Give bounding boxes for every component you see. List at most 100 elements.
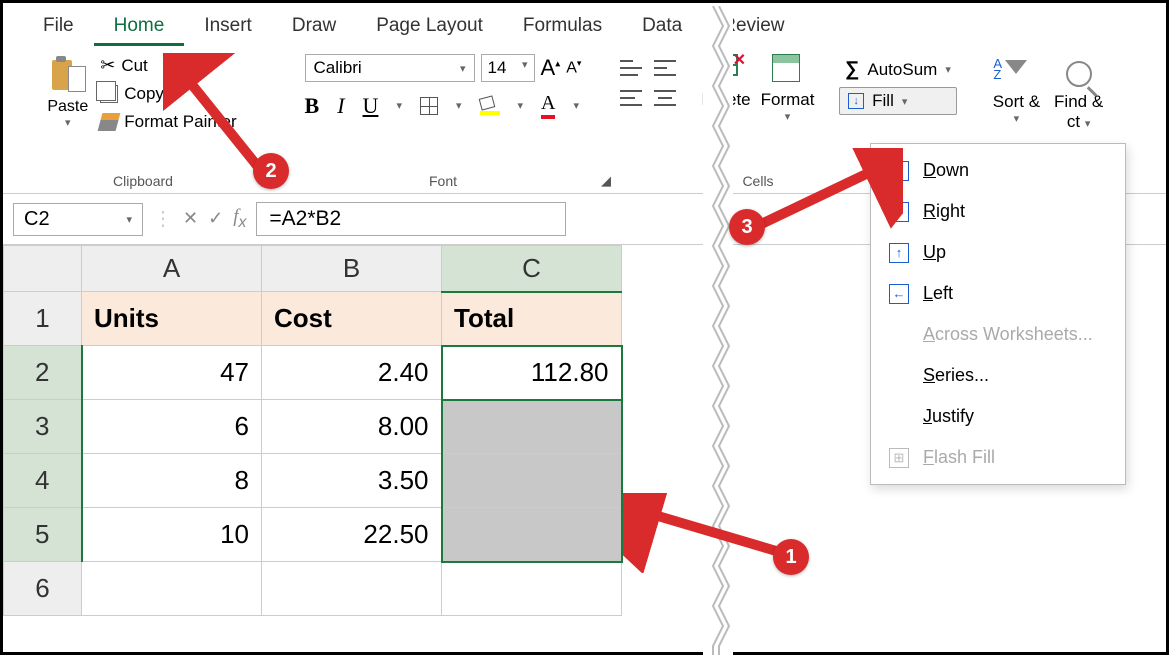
group-font: Calibri ▾ 14 ▾ A▴ A▾ B I U ▾ ▾ [273, 54, 613, 193]
cell-c1[interactable]: Total [442, 292, 622, 346]
chevron-down-icon[interactable]: ▾ [518, 99, 524, 112]
tab-draw[interactable]: Draw [272, 9, 356, 46]
scissors-icon: ✂ [100, 55, 115, 76]
cell-a1[interactable]: Units [82, 292, 262, 346]
fill-up-item[interactable]: ↑ Up [871, 232, 1125, 273]
arrow-left-icon: ← [889, 284, 909, 304]
font-name-select[interactable]: Calibri ▾ [305, 54, 475, 82]
formula-bar-separator: ⋮ [153, 206, 173, 231]
brush-icon [98, 113, 121, 131]
fill-down-icon: ↓ [848, 93, 864, 109]
cell-b5[interactable]: 22.50 [262, 508, 442, 562]
cell-b2[interactable]: 2.40 [262, 346, 442, 400]
group-label-cells: Cells [742, 173, 773, 193]
cut-label: Cut [121, 56, 147, 76]
fill-down-item[interactable]: ↓ Down [871, 150, 1125, 191]
dialog-launcher-font[interactable]: ◢ [601, 173, 611, 189]
col-header-b[interactable]: B [262, 246, 442, 292]
cell-c3[interactable] [442, 400, 622, 454]
arrow-down-icon: ↓ [889, 161, 909, 181]
tab-formulas[interactable]: Formulas [503, 9, 622, 46]
cell-c6[interactable] [442, 562, 622, 616]
autosum-label: AutoSum [867, 60, 937, 80]
cell-b3[interactable]: 8.00 [262, 400, 442, 454]
chevron-down-icon[interactable]: ▾ [456, 99, 462, 112]
row-header-4[interactable]: 4 [4, 454, 82, 508]
annotation-badge-3: 3 [729, 209, 765, 245]
select-all-corner[interactable] [4, 246, 82, 292]
row-header-5[interactable]: 5 [4, 508, 82, 562]
decrease-font-size-button[interactable]: A▾ [566, 58, 581, 77]
fill-dropdown-menu: ↓ Down → Right ↑ Up ← Left Across Worksh… [870, 143, 1126, 485]
underline-button[interactable]: U [363, 93, 379, 119]
format-painter-label: Format Painter [124, 112, 236, 132]
fill-label: Fill [872, 91, 894, 111]
tab-file[interactable]: File [23, 9, 94, 46]
increase-font-size-button[interactable]: A▴ [541, 55, 561, 81]
cell-b4[interactable]: 3.50 [262, 454, 442, 508]
cell-a3[interactable]: 6 [82, 400, 262, 454]
align-top-button[interactable] [620, 60, 642, 76]
chevron-down-icon[interactable]: ▾ [573, 99, 579, 112]
font-size-select[interactable]: 14 ▾ [481, 54, 535, 82]
fill-color-button[interactable] [480, 97, 500, 115]
bold-button[interactable]: B [305, 93, 320, 119]
image-cut-separator [703, 6, 733, 655]
autosum-button[interactable]: ∑ AutoSum ▾ [839, 56, 957, 83]
cancel-formula-button[interactable]: ✕ [183, 208, 198, 229]
cell-b6[interactable] [262, 562, 442, 616]
annotation-badge-2: 2 [253, 153, 289, 189]
insert-function-button[interactable]: fx [233, 206, 246, 232]
align-middle-button[interactable] [654, 60, 676, 76]
paste-button[interactable]: Paste ▾ [45, 54, 90, 133]
tab-insert[interactable]: Insert [184, 9, 272, 46]
cell-a5[interactable]: 10 [82, 508, 262, 562]
sort-filter-icon: AZ [1005, 56, 1027, 92]
group-clipboard: Paste ▾ ✂ Cut Copy ▾ Format Painter [13, 54, 273, 193]
cell-c2[interactable]: 112.80 [442, 346, 622, 400]
tab-page-layout[interactable]: Page Layout [356, 9, 503, 46]
row-header-2[interactable]: 2 [4, 346, 82, 400]
cell-a2[interactable]: 47 [82, 346, 262, 400]
find-select-button[interactable]: Find & ct ▾ [1054, 56, 1103, 132]
fill-right-item[interactable]: → Right [871, 191, 1125, 232]
enter-formula-button[interactable]: ✓ [208, 208, 223, 229]
fill-button[interactable]: ↓ Fill ▾ [839, 87, 957, 115]
cell-a6[interactable] [82, 562, 262, 616]
borders-button[interactable] [420, 97, 438, 115]
col-header-c[interactable]: C [442, 246, 622, 292]
formula-input[interactable]: =A2*B2 [256, 202, 566, 236]
italic-button[interactable]: I [337, 93, 344, 119]
format-painter-button[interactable]: Format Painter [96, 111, 240, 133]
align-left-button[interactable] [620, 90, 642, 106]
row-header-1[interactable]: 1 [4, 292, 82, 346]
group-label-font: Font [429, 173, 457, 193]
copy-button[interactable]: Copy ▾ [96, 83, 240, 105]
fill-justify-item[interactable]: Justify [871, 396, 1125, 437]
cell-c5[interactable] [442, 508, 622, 562]
font-color-button[interactable]: A [541, 92, 555, 119]
fill-series-item[interactable]: Series... [871, 355, 1125, 396]
chevron-down-icon[interactable]: ▾ [396, 99, 402, 112]
chevron-down-icon: ▾ [126, 213, 132, 226]
chevron-down-icon: ▾ [460, 62, 466, 75]
format-button[interactable]: Format ▾ [761, 54, 815, 123]
format-label: Format [761, 90, 815, 110]
row-header-3[interactable]: 3 [4, 400, 82, 454]
cell-a4[interactable]: 8 [82, 454, 262, 508]
row-header-6[interactable]: 6 [4, 562, 82, 616]
cell-c4[interactable] [442, 454, 622, 508]
col-header-a[interactable]: A [82, 246, 262, 292]
chevron-down-icon: ▾ [1014, 112, 1020, 125]
tab-home[interactable]: Home [94, 9, 185, 46]
sort-filter-button[interactable]: AZ Sort & ▾ [993, 56, 1040, 132]
format-icon [772, 54, 804, 86]
align-center-button[interactable] [654, 90, 676, 106]
tab-data[interactable]: Data [622, 9, 702, 46]
paste-label: Paste [47, 98, 88, 116]
cut-button[interactable]: ✂ Cut [96, 54, 240, 77]
fill-left-item[interactable]: ← Left [871, 273, 1125, 314]
copy-icon [100, 85, 118, 103]
cell-b1[interactable]: Cost [262, 292, 442, 346]
name-box[interactable]: C2 ▾ [13, 203, 143, 236]
